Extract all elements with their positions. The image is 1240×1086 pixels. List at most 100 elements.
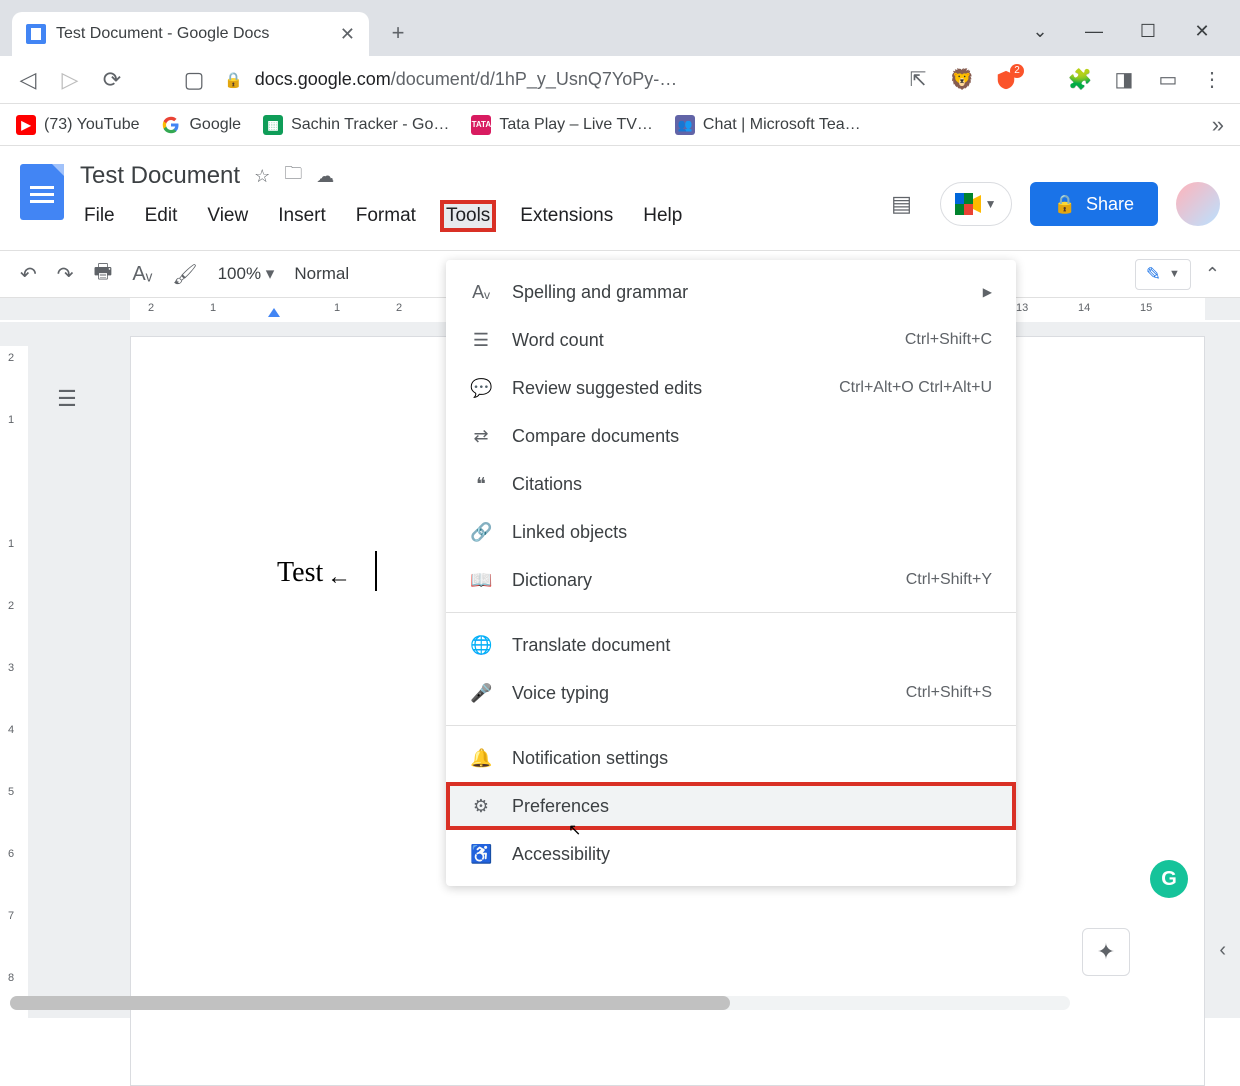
browser-tab[interactable]: Test Document - Google Docs ✕ — [12, 12, 369, 56]
menu-item-icon: ⚙ — [470, 796, 492, 817]
keyboard-shortcut: Ctrl+Shift+S — [906, 684, 992, 702]
forward-button[interactable]: ▷ — [58, 67, 82, 93]
bookmarks-bar: ▶(73) YouTube Google ▦Sachin Tracker - Go…… — [0, 104, 1240, 146]
side-panel-toggle-icon[interactable]: ‹ — [1219, 939, 1226, 962]
meet-button[interactable]: ▼ — [940, 182, 1012, 226]
wallet-icon[interactable]: ▭ — [1156, 68, 1180, 92]
menu-item-linked-objects[interactable]: 🔗Linked objects — [446, 508, 1016, 556]
docs-menu-bar: File Edit View Insert Format Tools Extensions H… — [80, 202, 866, 230]
menu-item-icon: 🔔 — [470, 748, 492, 769]
horizontal-scrollbar[interactable] — [10, 996, 1070, 1010]
bookmark-item[interactable]: 👥Chat | Microsoft Tea… — [675, 115, 861, 135]
menu-item-icon: 📖 — [470, 570, 492, 591]
cursor-arrow-annotation: ← — [327, 563, 351, 591]
menu-insert[interactable]: Insert — [274, 202, 330, 230]
bookmark-page-icon[interactable]: ▢ — [182, 67, 206, 93]
chevron-down-icon[interactable]: ⌄ — [1028, 21, 1052, 42]
print-button[interactable]: 🖶 — [94, 257, 113, 291]
cloud-status-icon[interactable]: ☁ — [316, 166, 334, 187]
new-tab-button[interactable]: + — [383, 18, 413, 48]
menu-item-icon: 🎤 — [470, 683, 492, 704]
menu-item-accessibility[interactable]: ♿Accessibility — [446, 830, 1016, 878]
menu-item-preferences[interactable]: ⚙Preferences — [446, 782, 1016, 830]
menu-item-icon: ♿ — [470, 844, 492, 865]
document-title[interactable]: Test Document — [80, 162, 240, 190]
zoom-select[interactable]: 100% ▾ — [218, 264, 275, 284]
menu-edit[interactable]: Edit — [141, 202, 182, 230]
back-button[interactable]: ◁ — [16, 67, 40, 93]
menu-item-citations[interactable]: ❝Citations — [446, 460, 1016, 508]
undo-button[interactable]: ↶ — [20, 262, 37, 287]
menu-extensions[interactable]: Extensions — [516, 202, 617, 230]
lock-icon: 🔒 — [224, 71, 243, 89]
menu-item-icon: ❝ — [470, 474, 492, 495]
bookmark-item[interactable]: TATATata Play – Live TV… — [471, 115, 653, 135]
star-icon[interactable]: ☆ — [254, 166, 270, 187]
explore-button[interactable]: ✦ — [1082, 928, 1130, 976]
comment-history-icon[interactable]: ▤ — [882, 184, 922, 224]
tab-title: Test Document - Google Docs — [56, 25, 330, 43]
menu-item-dictionary[interactable]: 📖DictionaryCtrl+Shift+Y — [446, 556, 1016, 604]
bookmark-item[interactable]: ▦Sachin Tracker - Go… — [263, 115, 449, 135]
menu-item-icon: ☰ — [470, 330, 492, 351]
menu-item-compare-documents[interactable]: ⇄Compare documents — [446, 412, 1016, 460]
extensions-icon[interactable]: 🧩 — [1068, 68, 1092, 92]
editing-mode-button[interactable]: ✎ ▼ — [1135, 259, 1191, 290]
minimize-button[interactable]: — — [1082, 21, 1106, 42]
bookmarks-overflow-icon[interactable]: » — [1212, 112, 1224, 138]
sidepanel-icon[interactable]: ◨ — [1112, 68, 1136, 92]
paint-format-button[interactable]: 🖌 — [172, 262, 197, 287]
menu-help[interactable]: Help — [639, 202, 686, 230]
address-bar[interactable]: 🔒 docs.google.com/document/d/1hP_y_UsnQ7… — [224, 69, 754, 90]
share-page-icon[interactable]: ⇱ — [906, 68, 930, 92]
menu-item-review-suggested-edits[interactable]: 💬Review suggested editsCtrl+Alt+O Ctrl+A… — [446, 364, 1016, 412]
avatar[interactable] — [1176, 182, 1220, 226]
keyboard-shortcut: Ctrl+Shift+C — [905, 331, 992, 349]
close-window-button[interactable]: ✕ — [1190, 21, 1214, 42]
menu-item-word-count[interactable]: ☰Word countCtrl+Shift+C — [446, 316, 1016, 364]
close-tab-icon[interactable]: ✕ — [340, 24, 355, 45]
tools-dropdown-menu: AᵥSpelling and grammar▶☰Word countCtrl+S… — [446, 260, 1016, 886]
grammarly-icon[interactable]: G — [1150, 860, 1188, 898]
indent-marker-icon[interactable] — [268, 308, 280, 317]
browser-tab-bar: Test Document - Google Docs ✕ + ⌄ — ☐ ✕ — [0, 0, 1240, 56]
menu-item-notification-settings[interactable]: 🔔Notification settings — [446, 734, 1016, 782]
meet-icon — [955, 193, 981, 215]
keyboard-shortcut: Ctrl+Alt+O Ctrl+Alt+U — [839, 379, 992, 397]
menu-item-translate-document[interactable]: 🌐Translate document — [446, 621, 1016, 669]
menu-icon[interactable]: ⋮ — [1200, 68, 1224, 92]
menu-item-spelling-and-grammar[interactable]: AᵥSpelling and grammar▶ — [446, 268, 1016, 316]
menu-tools[interactable]: Tools — [442, 202, 494, 230]
outline-toggle-icon[interactable]: ☰ — [52, 384, 82, 414]
spellcheck-button[interactable]: Aᵥ — [132, 263, 152, 286]
text-cursor — [375, 551, 377, 591]
chevron-down-icon: ▼ — [1169, 268, 1180, 280]
document-body-text: Test — [277, 557, 323, 589]
redo-button[interactable]: ↷ — [57, 262, 74, 287]
share-button[interactable]: 🔒 Share — [1030, 182, 1158, 226]
style-select[interactable]: Normal — [294, 264, 349, 284]
bookmark-item[interactable]: ▶(73) YouTube — [16, 115, 139, 135]
brave-lion-icon[interactable]: 🦁 — [950, 68, 974, 92]
maximize-button[interactable]: ☐ — [1136, 21, 1160, 42]
menu-format[interactable]: Format — [352, 202, 420, 230]
menu-item-voice-typing[interactable]: 🎤Voice typingCtrl+Shift+S — [446, 669, 1016, 717]
window-controls: ⌄ — ☐ ✕ — [1028, 21, 1240, 56]
menu-item-icon: 🔗 — [470, 522, 492, 543]
vertical-ruler[interactable]: 2112345678 — [0, 322, 28, 1018]
menu-view[interactable]: View — [203, 202, 252, 230]
collapse-toolbar-icon[interactable]: ⌃ — [1205, 264, 1220, 285]
bookmark-item[interactable]: Google — [161, 115, 241, 135]
reload-button[interactable]: ⟳ — [100, 67, 124, 93]
bookmark-favicon: 👥 — [675, 115, 695, 135]
docs-logo-icon[interactable] — [20, 164, 64, 220]
menu-file[interactable]: File — [80, 202, 119, 230]
pencil-icon: ✎ — [1146, 264, 1161, 285]
chevron-down-icon: ▼ — [985, 197, 997, 211]
bookmark-favicon — [161, 115, 181, 135]
bookmark-favicon: ▶ — [16, 115, 36, 135]
move-icon[interactable]: 🗀 — [284, 161, 302, 191]
keyboard-shortcut: Ctrl+Shift+Y — [906, 571, 992, 589]
brave-shields-icon[interactable]: 2 — [994, 68, 1018, 92]
lock-icon: 🔒 — [1054, 194, 1076, 215]
